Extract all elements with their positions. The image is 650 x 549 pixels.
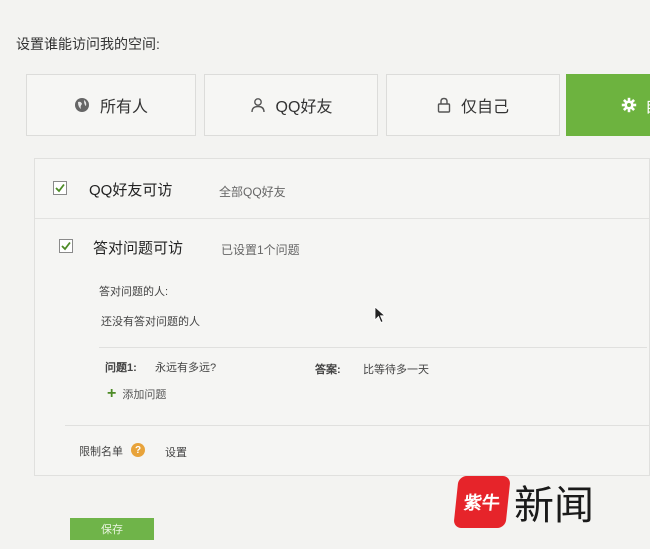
answered-title: 答对问题的人: bbox=[99, 286, 169, 298]
globe-icon bbox=[74, 97, 90, 113]
question-access-checkbox[interactable] bbox=[59, 239, 73, 253]
question-access-desc: 已设置1个问题 bbox=[221, 243, 300, 257]
custom-access-panel: QQ好友可访 全部QQ好友 答对问题可访 已设置1个问题 答对问题的人: 还没有… bbox=[34, 158, 650, 476]
gear-icon bbox=[621, 97, 637, 113]
option-qq-friends-label: QQ好友 bbox=[275, 99, 333, 116]
section-divider bbox=[65, 425, 650, 426]
option-qq-friends[interactable]: QQ好友 bbox=[204, 74, 378, 136]
section-divider bbox=[99, 347, 647, 348]
option-only-me[interactable]: 仅自己 bbox=[386, 74, 560, 136]
visibility-options: 所有人 QQ好友 仅自己 自 bbox=[26, 74, 650, 138]
user-icon bbox=[250, 97, 266, 113]
option-everyone-label: 所有人 bbox=[99, 99, 148, 116]
qq-friends-checkbox[interactable] bbox=[53, 181, 67, 195]
qq-friends-row: QQ好友可访 全部QQ好友 bbox=[35, 159, 649, 219]
answer-text: 比等待多一天 bbox=[363, 364, 429, 376]
qq-friends-label: QQ好友可访 bbox=[89, 182, 173, 199]
answered-empty: 还没有答对问题的人 bbox=[101, 316, 200, 328]
plus-icon: + bbox=[107, 385, 117, 402]
help-icon[interactable]: ? bbox=[131, 443, 145, 457]
option-custom[interactable]: 自 bbox=[566, 74, 650, 136]
save-button[interactable]: 保存 bbox=[70, 518, 154, 540]
question-access-label: 答对问题可访 bbox=[93, 240, 184, 257]
add-question-link[interactable]: + 添加问题 bbox=[107, 385, 166, 403]
question-label: 问题1: bbox=[105, 362, 137, 374]
answer-label: 答案: bbox=[315, 364, 341, 376]
page-heading: 设置谁能访问我的空间: bbox=[16, 36, 160, 52]
option-only-me-label: 仅自己 bbox=[460, 99, 509, 116]
logo-word: 新闻 bbox=[514, 483, 594, 529]
news-watermark-logo: 紫牛 新闻 bbox=[453, 476, 594, 529]
option-custom-label: 自 bbox=[645, 93, 650, 117]
logo-mark: 紫牛 bbox=[453, 476, 511, 528]
lock-icon bbox=[437, 97, 451, 113]
blocklist-label: 限制名单 bbox=[79, 446, 123, 458]
qq-friends-desc: 全部QQ好友 bbox=[219, 185, 286, 199]
blocklist-settings-link[interactable]: 设置 bbox=[165, 444, 187, 460]
mouse-cursor-icon bbox=[374, 306, 386, 324]
add-question-label: 添加问题 bbox=[122, 389, 167, 401]
question-text: 永远有多远? bbox=[155, 362, 217, 374]
option-everyone[interactable]: 所有人 bbox=[26, 74, 196, 136]
